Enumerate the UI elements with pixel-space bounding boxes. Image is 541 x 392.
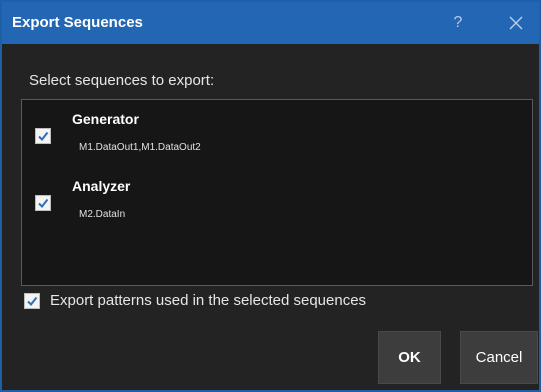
export-patterns-checkbox[interactable] <box>24 293 40 309</box>
sequence-detail-analyzer: M2.DataIn <box>79 209 126 220</box>
sequence-list: Generator M1.DataOut1,M1.DataOut2 Analyz… <box>21 99 533 286</box>
help-icon[interactable]: ? <box>448 2 468 44</box>
cancel-button[interactable]: Cancel <box>460 331 538 384</box>
title-bar: Export Sequences ? <box>2 2 539 44</box>
export-patterns-label[interactable]: Export patterns used in the selected seq… <box>50 292 366 309</box>
generator-checkbox[interactable] <box>35 128 51 144</box>
checkmark-icon <box>38 131 49 142</box>
close-icon[interactable] <box>507 14 525 32</box>
ok-button[interactable]: OK <box>378 331 441 384</box>
dialog-title: Export Sequences <box>12 14 143 31</box>
sequence-detail-generator: M1.DataOut1,M1.DataOut2 <box>79 142 201 153</box>
sequence-name-generator: Generator <box>72 111 139 127</box>
checkmark-icon <box>38 198 49 209</box>
export-sequences-dialog: Export Sequences ? Select sequences to e… <box>0 0 541 392</box>
select-prompt: Select sequences to export: <box>29 72 215 89</box>
analyzer-checkbox[interactable] <box>35 195 51 211</box>
sequence-name-analyzer: Analyzer <box>72 178 131 194</box>
checkmark-icon <box>27 296 38 307</box>
